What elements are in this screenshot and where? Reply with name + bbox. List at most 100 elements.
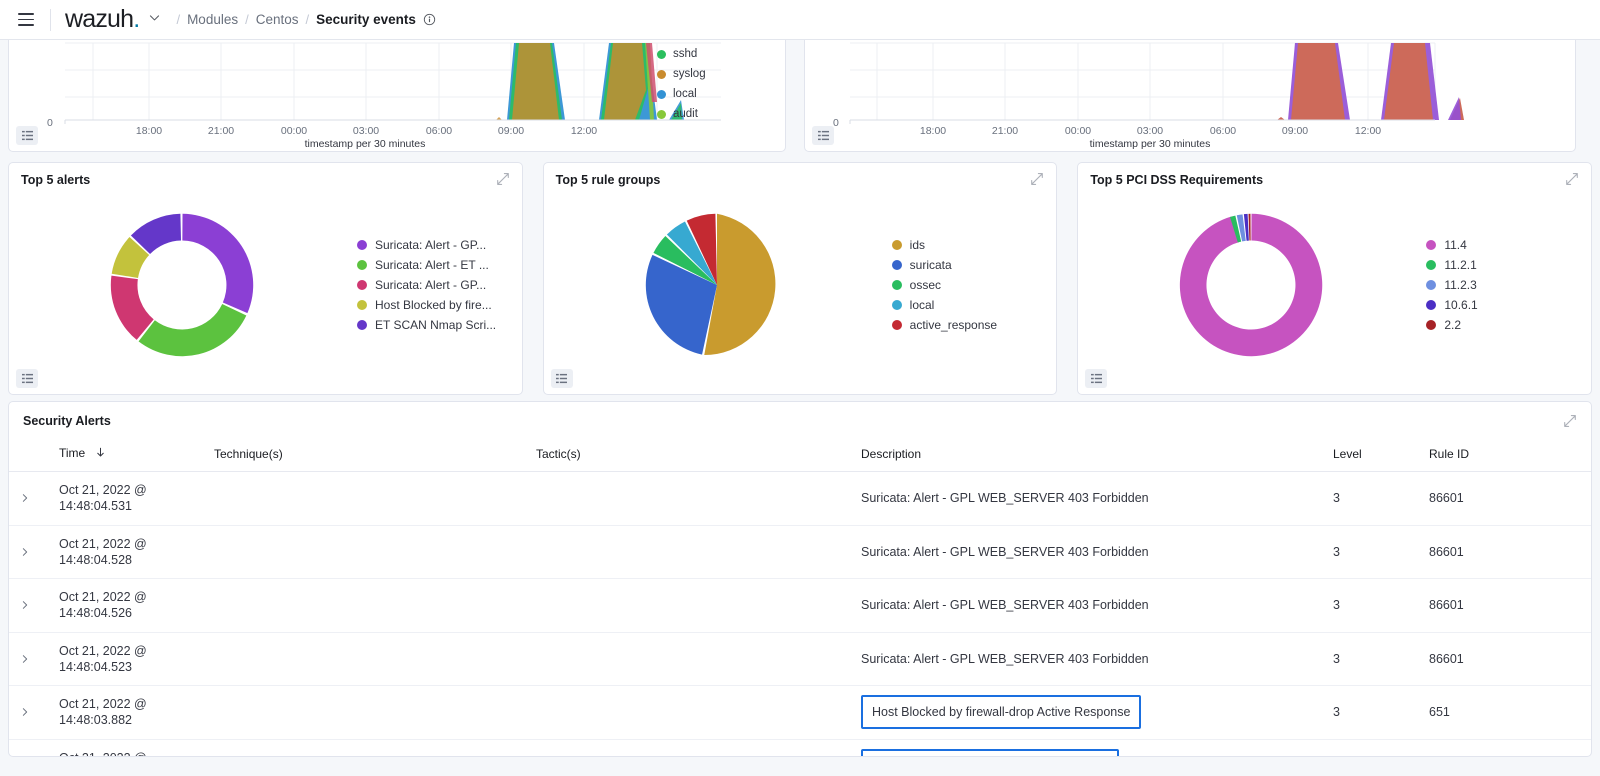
table-row[interactable]: Oct 21, 2022 @ 14:48:04.526 Suricata: Al…	[9, 578, 1591, 633]
area-chart-panel-left: 0 18:00 21:00 00:00 03:00 06:00 09:00 12…	[8, 40, 786, 152]
panel-top-5-pci-dss-requirements: Top 5 PCI DSS Requirements 11.4 11.2.1 1…	[1077, 162, 1593, 395]
cell-technique[interactable]: T1498	[206, 739, 528, 756]
pie-chart-top-5-rule-groups	[552, 190, 882, 380]
legend-color-dot	[891, 240, 902, 250]
cell-level: 3	[1325, 632, 1421, 686]
legend-color-dot	[1426, 280, 1437, 290]
legend-item[interactable]: 10.6.1	[1426, 295, 1478, 315]
inspect-list-icon[interactable]	[812, 126, 834, 145]
legend-item[interactable]: suricata	[891, 255, 997, 275]
row-expand-cell	[9, 739, 51, 756]
security-alerts-table: Time Technique(s) Tactic(s) Description …	[9, 440, 1591, 756]
area-chart-left-y-zero: 0	[47, 117, 53, 129]
legend-item[interactable]: 11.2.3	[1426, 275, 1477, 295]
hamburger-menu-icon[interactable]	[12, 6, 40, 34]
table-row[interactable]: Oct 21, 2022 @ 14:48:03.882 Host Blocked…	[9, 685, 1591, 740]
inspect-list-icon[interactable]	[550, 369, 573, 388]
expand-icon[interactable]	[1562, 413, 1580, 431]
cell-time: Oct 21, 2022 @ 14:48:04.531	[51, 471, 206, 526]
chevron-right-icon[interactable]	[17, 544, 33, 560]
chevron-right-icon[interactable]	[17, 651, 33, 667]
x-tick-label: 21:00	[991, 125, 1019, 137]
legend-item-syslog[interactable]: syslog	[657, 64, 706, 84]
legend-item[interactable]: 11.4	[1426, 235, 1477, 255]
area-chart-left-legend: sshd syslog local audit	[657, 44, 706, 124]
column-header-tactics[interactable]: Tactic(s)	[528, 440, 853, 472]
legend-label: 2.2	[1444, 318, 1462, 332]
legend-label: ossec	[909, 278, 942, 292]
cell-rule-id[interactable]: 86601	[1421, 525, 1591, 579]
table-row[interactable]: Oct 21, 2022 @ 14:48:04.523 Suricata: Al…	[9, 632, 1591, 686]
inspect-list-icon[interactable]	[16, 126, 38, 145]
table-row[interactable]: Oct 21, 2022 @ 14:48:03.652 T1498 Impact…	[9, 739, 1591, 756]
cell-rule-id[interactable]: 100200	[1421, 739, 1591, 756]
x-tick-label: 18:00	[135, 125, 163, 137]
cell-tactic	[528, 632, 853, 686]
breadcrumb-item-security-events: Security events	[316, 12, 416, 27]
info-circle-icon[interactable]	[423, 13, 436, 26]
chevron-right-icon[interactable]	[17, 490, 33, 506]
cell-rule-id[interactable]: 86601	[1421, 471, 1591, 526]
column-header-techniques[interactable]: Technique(s)	[206, 440, 528, 472]
chevron-down-icon[interactable]	[148, 11, 161, 24]
legend-item[interactable]: local	[891, 295, 997, 315]
column-header-description[interactable]: Description	[853, 440, 1325, 472]
chevron-right-icon[interactable]	[17, 597, 33, 613]
cell-rule-id[interactable]: 86601	[1421, 632, 1591, 686]
legend-item[interactable]: Suricata: Alert - ET ...	[357, 255, 496, 275]
table-row[interactable]: Oct 21, 2022 @ 14:48:04.531 Suricata: Al…	[9, 471, 1591, 526]
column-header-level[interactable]: Level	[1325, 440, 1421, 472]
cell-time: Oct 21, 2022 @ 14:48:03.882	[51, 685, 206, 740]
column-header-rule-id[interactable]: Rule ID	[1421, 440, 1591, 472]
legend-item[interactable]: active_response	[891, 315, 997, 335]
breadcrumb-separator: /	[176, 12, 181, 27]
legend-item[interactable]: ossec	[891, 275, 997, 295]
legend-item[interactable]: Suricata: Alert - GP...	[357, 235, 496, 255]
cell-time: Oct 21, 2022 @ 14:48:04.526	[51, 578, 206, 633]
legend-item-sshd[interactable]: sshd	[657, 44, 706, 64]
inspect-list-icon[interactable]	[16, 369, 38, 388]
cell-rule-id[interactable]: 86601	[1421, 578, 1591, 633]
legend-label: 11.2.3	[1444, 278, 1477, 292]
cell-rule-id[interactable]: 651	[1421, 685, 1591, 740]
cell-description: Suricata: Alert - GPL WEB_SERVER 403 For…	[853, 578, 1325, 633]
legend-color-dot	[891, 260, 902, 270]
legend-item[interactable]: Host Blocked by fire...	[357, 295, 496, 315]
breadcrumb-item-centos[interactable]: Centos	[256, 12, 299, 27]
legend-top-5-alerts: Suricata: Alert - GP... Suricata: Alert …	[347, 235, 496, 335]
legend-item[interactable]: ids	[891, 235, 997, 255]
legend-item[interactable]: 11.2.1	[1426, 255, 1477, 275]
expand-icon[interactable]	[1029, 171, 1047, 189]
row-expand-cell	[9, 471, 51, 526]
wazuh-logo[interactable]: wazuh.	[65, 7, 140, 32]
nav-divider	[50, 8, 51, 31]
chevron-right-icon[interactable]	[17, 704, 33, 720]
table-row[interactable]: Oct 21, 2022 @ 14:48:04.528 Suricata: Al…	[9, 525, 1591, 579]
legend-color-dot	[357, 320, 367, 330]
legend-item[interactable]: ET SCAN Nmap Scri...	[357, 315, 496, 335]
legend-item-local[interactable]: local	[657, 84, 706, 104]
inspect-list-icon[interactable]	[1085, 369, 1108, 388]
legend-item-audit[interactable]: audit	[657, 104, 706, 124]
breadcrumb-item-modules[interactable]: Modules	[187, 12, 238, 27]
cell-description: GoldenEye DoS attack has been detected.	[853, 739, 1325, 756]
legend-item[interactable]: 2.2	[1426, 315, 1477, 335]
x-tick-label: 18:00	[919, 125, 947, 137]
panel-title: Top 5 PCI DSS Requirements	[1090, 173, 1264, 187]
table-header-row: Time Technique(s) Tactic(s) Description …	[9, 440, 1591, 472]
column-header-time[interactable]: Time	[51, 440, 206, 472]
area-chart-panel-right: 0 18:00 21:00 00:00 03:00 06:00 09:00 12…	[804, 40, 1576, 152]
x-tick-label: 09:00	[1281, 125, 1309, 137]
legend-item[interactable]: Suricata: Alert - GP...	[357, 275, 496, 295]
breadcrumb: / Modules / Centos / Security events	[169, 12, 436, 27]
cell-time: Oct 21, 2022 @ 14:48:03.652	[51, 739, 206, 756]
cell-level: 3	[1325, 578, 1421, 633]
expand-icon[interactable]	[495, 171, 513, 189]
cell-time: Oct 21, 2022 @ 14:48:04.523	[51, 632, 206, 686]
cell-description: Host Blocked by firewall-drop Active Res…	[853, 685, 1325, 740]
expand-icon[interactable]	[1564, 171, 1582, 189]
legend-color-dot	[1426, 300, 1437, 310]
highlighted-description: GoldenEye DoS attack has been detected.	[861, 748, 1120, 756]
legend-color-dot	[1426, 260, 1437, 270]
row-expand-cell	[9, 685, 51, 740]
